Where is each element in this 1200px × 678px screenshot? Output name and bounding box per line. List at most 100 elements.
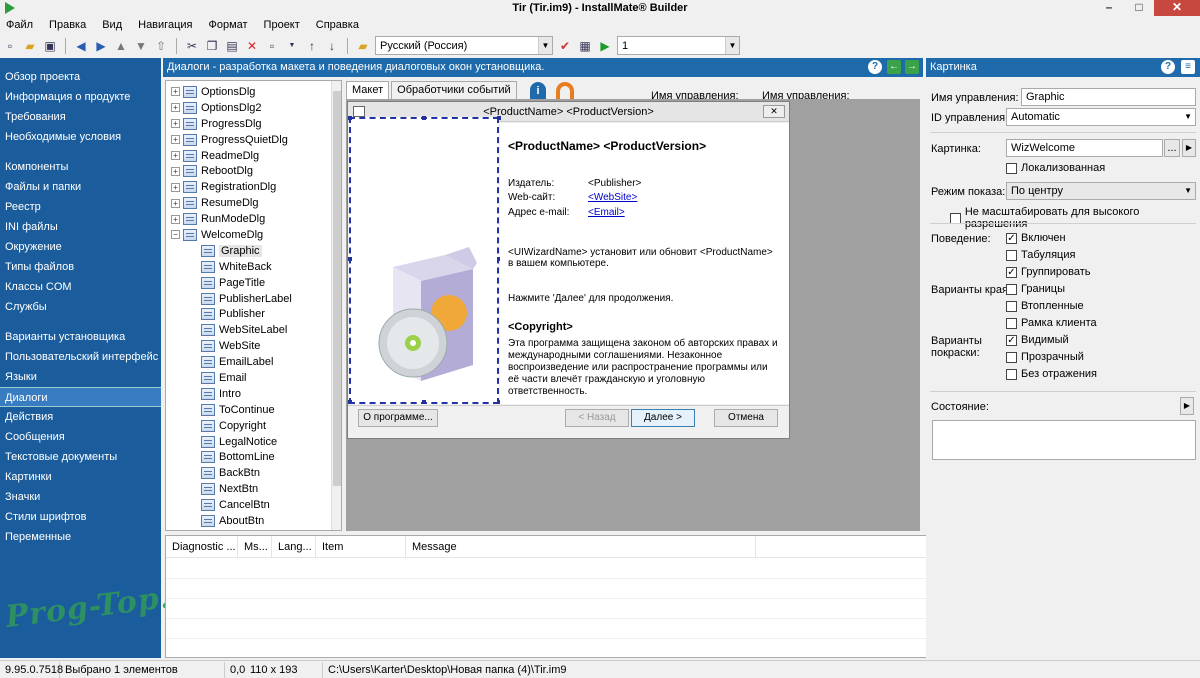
build-icon[interactable]: ▦ [577,38,593,54]
expand-icon[interactable]: + [171,103,180,113]
nav-item[interactable]: Текстовые документы [0,447,161,467]
tree-item[interactable]: Intro [166,386,341,402]
menu-item[interactable]: Навигация [138,17,199,34]
column-header[interactable]: Message [406,536,756,557]
expand-icon[interactable]: + [171,119,180,129]
delete-icon[interactable]: ✕ [244,38,260,54]
column-header[interactable]: Item [316,536,406,557]
expand-icon[interactable]: + [171,182,180,192]
menu-item[interactable]: Справка [316,17,366,34]
nav-item[interactable]: Варианты установщика [0,327,161,347]
column-header[interactable]: Lang... [272,536,316,557]
tree-item[interactable]: + ResumeDlg [166,195,341,211]
build-number-select[interactable]: 1 ▼ [617,36,740,55]
nav-item[interactable]: Действия [0,407,161,427]
down-arrow-icon[interactable]: ▼ [133,38,149,54]
copy-icon[interactable]: ❐ [204,38,220,54]
tree-item[interactable]: PageTitle [166,275,341,291]
paste-icon[interactable]: ▤ [224,38,240,54]
cut-icon[interactable]: ✂ [184,38,200,54]
nav-item[interactable]: Требования [0,107,161,127]
expand-icon[interactable]: + [171,166,180,176]
list-icon[interactable]: ≡ [1181,60,1195,74]
tree-item[interactable]: Graphic [166,243,341,259]
tree-scrollbar[interactable] [331,81,341,530]
paint-checkbox[interactable]: Без отражения [1006,368,1097,380]
check-icon[interactable]: ✔ [557,38,573,54]
help-icon[interactable]: ? [868,60,882,74]
menu-item[interactable]: Формат [208,17,254,34]
run-icon[interactable]: ▶ [597,38,613,54]
image-field[interactable]: WizWelcome [1006,139,1163,157]
tree-item[interactable]: LegalNotice [166,434,341,450]
tree-item[interactable]: Copyright [166,418,341,434]
tree-item[interactable]: − WelcomeDlg [166,227,341,243]
behavior-checkbox[interactable]: ✓ Группировать [1006,266,1091,278]
nav-item[interactable]: INI файлы [0,217,161,237]
graphic-control[interactable] [349,117,499,404]
paint-checkbox[interactable]: Прозрачный [1006,351,1084,363]
behavior-checkbox[interactable]: ✓ Включен [1006,232,1066,244]
arrow-right-icon[interactable]: ▶ [1180,397,1194,415]
tree-item[interactable]: + ReadmeDlg [166,148,341,164]
menu-item[interactable]: Проект [264,17,307,34]
email-link[interactable]: <Email> [588,207,625,218]
column-header[interactable]: Diagnostic ... [166,536,238,557]
nav-item[interactable]: Информация о продукте [0,87,161,107]
tree-item[interactable]: + RunModeDlg [166,211,341,227]
nav-item[interactable]: Диалоги [0,387,161,407]
expand-icon[interactable]: + [171,135,180,145]
tab-layout[interactable]: Макет [346,81,390,99]
move-up-icon[interactable]: ↑ [304,38,320,54]
back-button[interactable]: < Назад [565,409,629,427]
tree-item[interactable]: + RebootDlg [166,163,341,179]
expand-icon[interactable]: + [171,198,180,208]
tree-item[interactable]: CancelBtn [166,497,341,513]
tree-item[interactable]: + OptionsDlg [166,84,341,100]
nav-item[interactable]: Пользовательский интерфейс [0,347,161,367]
tree-item[interactable]: WebSiteLabel [166,322,341,338]
browse-button[interactable]: ... [1164,139,1180,157]
dialog-tree[interactable]: + OptionsDlg + OptionsDlg2 + ProgressDlg + Prog… [165,80,342,531]
dialog-close-icon[interactable]: ✕ [763,105,785,118]
display-mode-select[interactable]: По центру ▼ [1006,182,1196,200]
tree-item[interactable]: PublisherLabel [166,291,341,307]
nav-item[interactable]: Значки [0,487,161,507]
tree-item[interactable]: Publisher [166,306,341,322]
open-folder-icon[interactable]: ▰ [22,38,38,54]
tree-item[interactable]: + OptionsDlg2 [166,100,341,116]
new-file-icon[interactable]: ▫ [2,38,18,54]
tree-item[interactable]: + ProgressDlg [166,116,341,132]
tree-item[interactable]: BackBtn [166,465,341,481]
top-arrow-icon[interactable]: ⇧ [153,38,169,54]
nav-item[interactable]: Типы файлов [0,257,161,277]
tree-item[interactable]: NextBtn [166,481,341,497]
new-item-icon[interactable]: ▫ [264,38,280,54]
nav-item[interactable]: Окружение [0,237,161,257]
tree-item[interactable]: + ProgressQuietDlg [166,132,341,148]
cancel-button[interactable]: Отмена [714,409,778,427]
nav-item[interactable]: Файлы и папки [0,177,161,197]
nav-item[interactable]: Классы COM [0,277,161,297]
nav-item[interactable]: Языки [0,367,161,387]
nav-item[interactable]: Реестр [0,197,161,217]
no-hidpi-checkbox[interactable]: Не масштабировать для высокого разрешени… [950,206,1200,230]
back-nav-icon[interactable]: ← [887,60,901,74]
nav-item[interactable]: Сообщения [0,427,161,447]
nav-item[interactable]: Необходимые условия [0,127,161,147]
menu-item[interactable]: Вид [102,17,129,34]
expand-icon[interactable]: + [171,87,180,97]
expand-icon[interactable]: + [171,214,180,224]
welcome-dialog-preview[interactable]: <ProductName> <ProductVersion> ✕ <Produc… [347,101,790,439]
edges-checkbox[interactable]: Рамка клиента [1006,317,1097,329]
nav-item[interactable]: Картинки [0,467,161,487]
folder-icon[interactable]: ▰ [355,38,371,54]
expand-icon[interactable]: + [171,151,180,160]
paint-checkbox[interactable]: ✓ Видимый [1006,334,1069,346]
nav-item[interactable]: Обзор проекта [0,67,161,87]
nav-item[interactable]: Службы [0,297,161,317]
back-arrow-icon[interactable]: ◀ [73,38,89,54]
dropdown-arrow-icon[interactable]: ▼ [284,38,300,54]
tree-item[interactable]: WhiteBack [166,259,341,275]
close-button[interactable]: ✕ [1154,0,1200,16]
